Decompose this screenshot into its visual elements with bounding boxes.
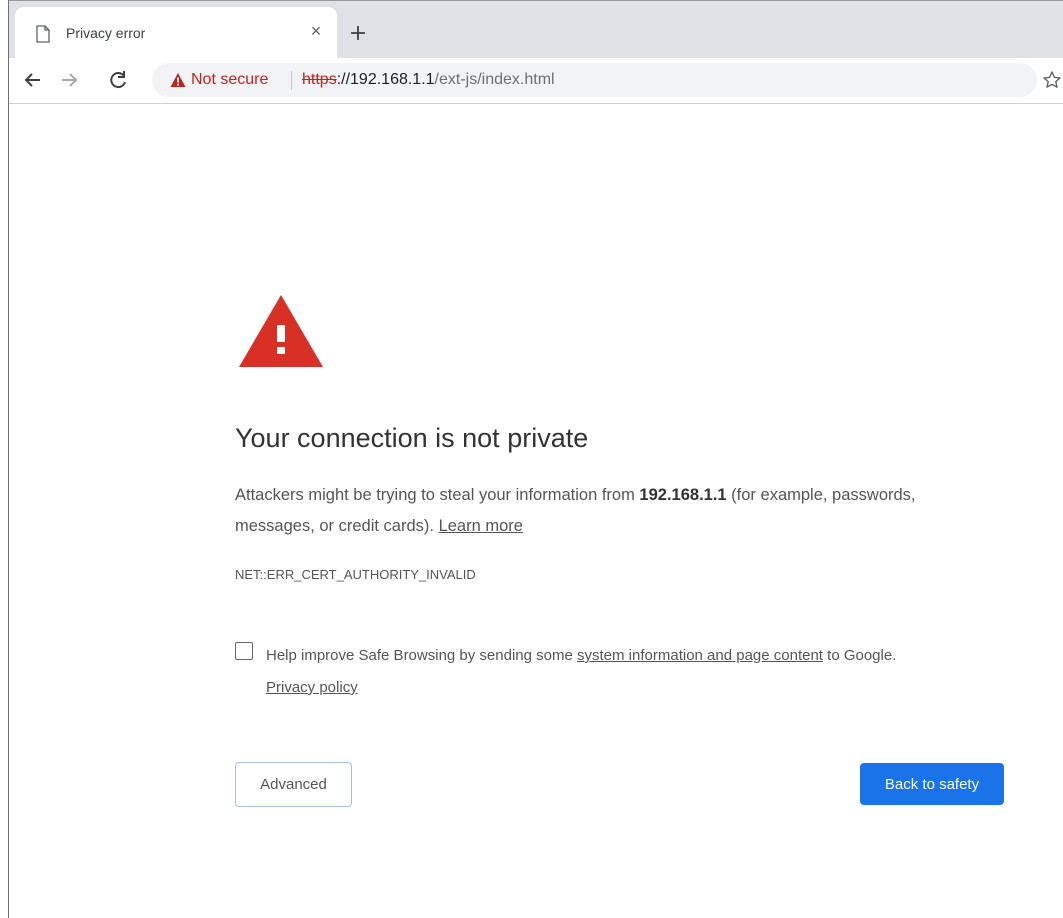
toolbar: Not secure https://192.168.1.1/ext-js/in… [9,58,1063,104]
address-bar[interactable]: Not secure https://192.168.1.1/ext-js/in… [152,63,1037,97]
url-text[interactable]: https://192.168.1.1/ext-js/index.html [302,71,555,89]
tab-close-icon[interactable]: × [305,20,327,42]
explanation-host: 192.168.1.1 [639,486,727,504]
tab-strip: Privacy error × [9,0,1063,63]
reload-icon[interactable] [106,68,130,92]
safe-browsing-prefix: Help improve Safe Browsing by sending so… [266,647,577,664]
back-to-safety-button[interactable]: Back to safety [860,763,1004,805]
page-title: Your connection is not private [235,423,589,453]
url-scheme: https [302,71,337,88]
safe-browsing-checkbox[interactable] [235,642,253,660]
system-info-link[interactable]: system information and page content [577,647,823,664]
advanced-button[interactable]: Advanced [235,762,352,807]
forward-arrow-icon[interactable] [57,68,81,92]
explanation-text: Attackers might be trying to steal your … [235,480,995,542]
warning-icon[interactable] [170,72,186,88]
url-host: ://192.168.1.1 [336,71,435,88]
plus-icon[interactable] [346,21,370,45]
url-path: /ext-js/index.html [434,71,555,88]
star-icon[interactable] [1042,70,1062,90]
error-code: NET::ERR_CERT_AUTHORITY_INVALID [235,567,476,582]
browser-window: Privacy error × Not secure https://192.1… [8,0,1063,918]
privacy-policy-link[interactable]: Privacy policy [266,679,358,696]
tab-privacy-error[interactable]: Privacy error × [15,7,337,63]
tab-title: Privacy error [66,25,146,41]
safe-browsing-text: Help improve Safe Browsing by sending so… [266,640,1011,704]
page-icon [36,25,50,43]
learn-more-link[interactable]: Learn more [439,517,523,535]
warning-triangle-icon [239,295,323,367]
omnibox-divider [291,71,292,90]
back-arrow-icon[interactable] [21,68,45,92]
explanation-prefix: Attackers might be trying to steal your … [235,486,640,504]
safe-browsing-suffix: to Google. [822,647,897,664]
security-status[interactable]: Not secure [191,71,268,89]
